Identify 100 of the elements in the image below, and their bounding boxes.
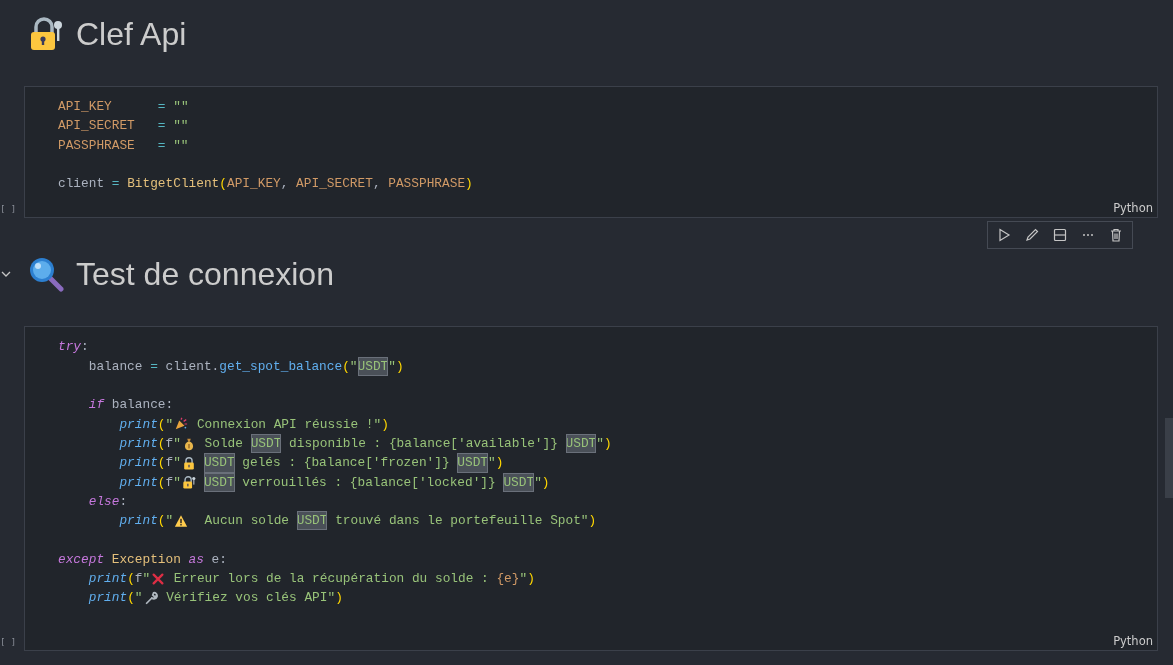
cross-icon [151, 571, 166, 586]
code-token: balance: [110, 396, 174, 415]
code-token: ( [342, 357, 350, 376]
code-token: ) [527, 570, 535, 589]
split-cell-icon[interactable] [1052, 227, 1068, 244]
code-token: f [134, 570, 143, 589]
code-token: ) [603, 434, 612, 453]
search-match: USDT [503, 472, 535, 492]
code-token: f [165, 454, 174, 473]
code-token: PASSPHRASE [58, 136, 135, 155]
padlock-icon [181, 455, 196, 470]
code-token: ( [127, 570, 135, 589]
code-token: "" [172, 117, 189, 136]
code-token: = [111, 175, 120, 194]
code-token: Aucun solde [203, 512, 291, 531]
code-token: print [118, 473, 158, 492]
code-token: " [173, 473, 181, 492]
search-match: USDT [203, 472, 235, 492]
code-token: PASSPHRASE [388, 175, 466, 194]
code-token: ) [465, 175, 473, 194]
language-label[interactable]: Python [1113, 201, 1153, 216]
heading: Test de connexion [76, 256, 334, 293]
code-token: ( [157, 415, 166, 434]
code-token: ( [157, 454, 166, 473]
code-token: as [187, 550, 204, 569]
code-token: ( [157, 512, 166, 531]
code-token: except [58, 550, 105, 569]
code-token: : [119, 492, 128, 511]
code-token: Solde [203, 434, 244, 453]
code-token: print [118, 512, 158, 531]
code-token: = [150, 357, 158, 376]
code-token: Exception [110, 550, 181, 569]
code-token: API_SECRET [296, 175, 373, 194]
code-token: = [156, 136, 166, 155]
search-match: USDT [250, 433, 282, 454]
code-token: else [87, 492, 120, 511]
code-token: " [165, 415, 174, 434]
language-label[interactable]: Python [1113, 633, 1153, 648]
code-token: API_KEY [227, 175, 281, 194]
code-token: print [87, 570, 128, 589]
code-token: f [165, 434, 174, 453]
code-token: " [142, 570, 151, 589]
search-match: USDT [457, 453, 489, 473]
code-token: client. [164, 357, 220, 376]
code-token: trouvé dans le portefeuille Spot" [334, 512, 589, 531]
code-token: f [165, 473, 174, 492]
code-token: ) [395, 357, 404, 376]
run-icon[interactable] [996, 227, 1012, 244]
code-token: " [173, 454, 181, 473]
code-token: API_KEY [58, 98, 112, 116]
code-token: " [173, 434, 181, 453]
warning-icon [174, 513, 189, 528]
code-token: ) [335, 589, 343, 608]
code-token: "" [172, 136, 189, 155]
code-token: e: [210, 550, 227, 569]
code-token: : [81, 338, 89, 357]
code-token: Erreur lors de la récupération du solde : [172, 570, 490, 589]
code-token: ) [541, 473, 550, 492]
heading: Clef Api [76, 15, 187, 53]
code-token: BitgetClient [126, 175, 220, 194]
code-token: if [87, 396, 105, 415]
search-match: USDT [296, 511, 328, 531]
code-token: " [488, 454, 496, 473]
code-token: ( [157, 473, 166, 492]
code-token: try [58, 338, 82, 357]
code-token: ) [495, 454, 504, 473]
execution-count: [ ] [0, 636, 17, 647]
code-token: disponible : {balance['available']} [288, 434, 559, 453]
party-popper-icon [174, 417, 189, 432]
code-token: client [58, 175, 106, 194]
code-token: Connexion API réussie !" [195, 415, 382, 434]
code-token: verrouillés : {balance['locked']} [241, 473, 497, 492]
code-token: {e} [496, 570, 520, 589]
code-token: ( [157, 434, 166, 453]
magnifier-icon [28, 256, 64, 293]
pencil-icon[interactable] [1024, 227, 1040, 244]
code-token: , [280, 175, 290, 194]
padlock-key-icon [28, 16, 64, 52]
code-token: print [118, 434, 158, 453]
execution-count: [ ] [0, 204, 17, 215]
code-token: ) [381, 415, 389, 434]
code-token: gelés : {balance['frozen']} [241, 454, 451, 473]
code-token: "" [172, 98, 189, 116]
code-token: get_spot_balance [219, 357, 343, 376]
code-token: , [372, 175, 382, 194]
code-token: print [118, 415, 158, 434]
trash-icon[interactable] [1108, 227, 1124, 244]
code-token: print [87, 589, 128, 608]
code-token: Vérifiez vos clés API" [165, 589, 336, 608]
code-token: " [134, 589, 143, 608]
code-token: " [165, 512, 174, 531]
code-token: ( [127, 589, 135, 608]
code-token: = [156, 98, 166, 116]
code-token: ( [219, 175, 227, 194]
search-match: USDT [203, 453, 235, 473]
code-token: = [156, 117, 166, 136]
padlock-key-icon [181, 475, 196, 490]
code-token: balance [87, 357, 144, 376]
code-token: ) [588, 512, 597, 531]
code-token: API_SECRET [58, 117, 135, 136]
